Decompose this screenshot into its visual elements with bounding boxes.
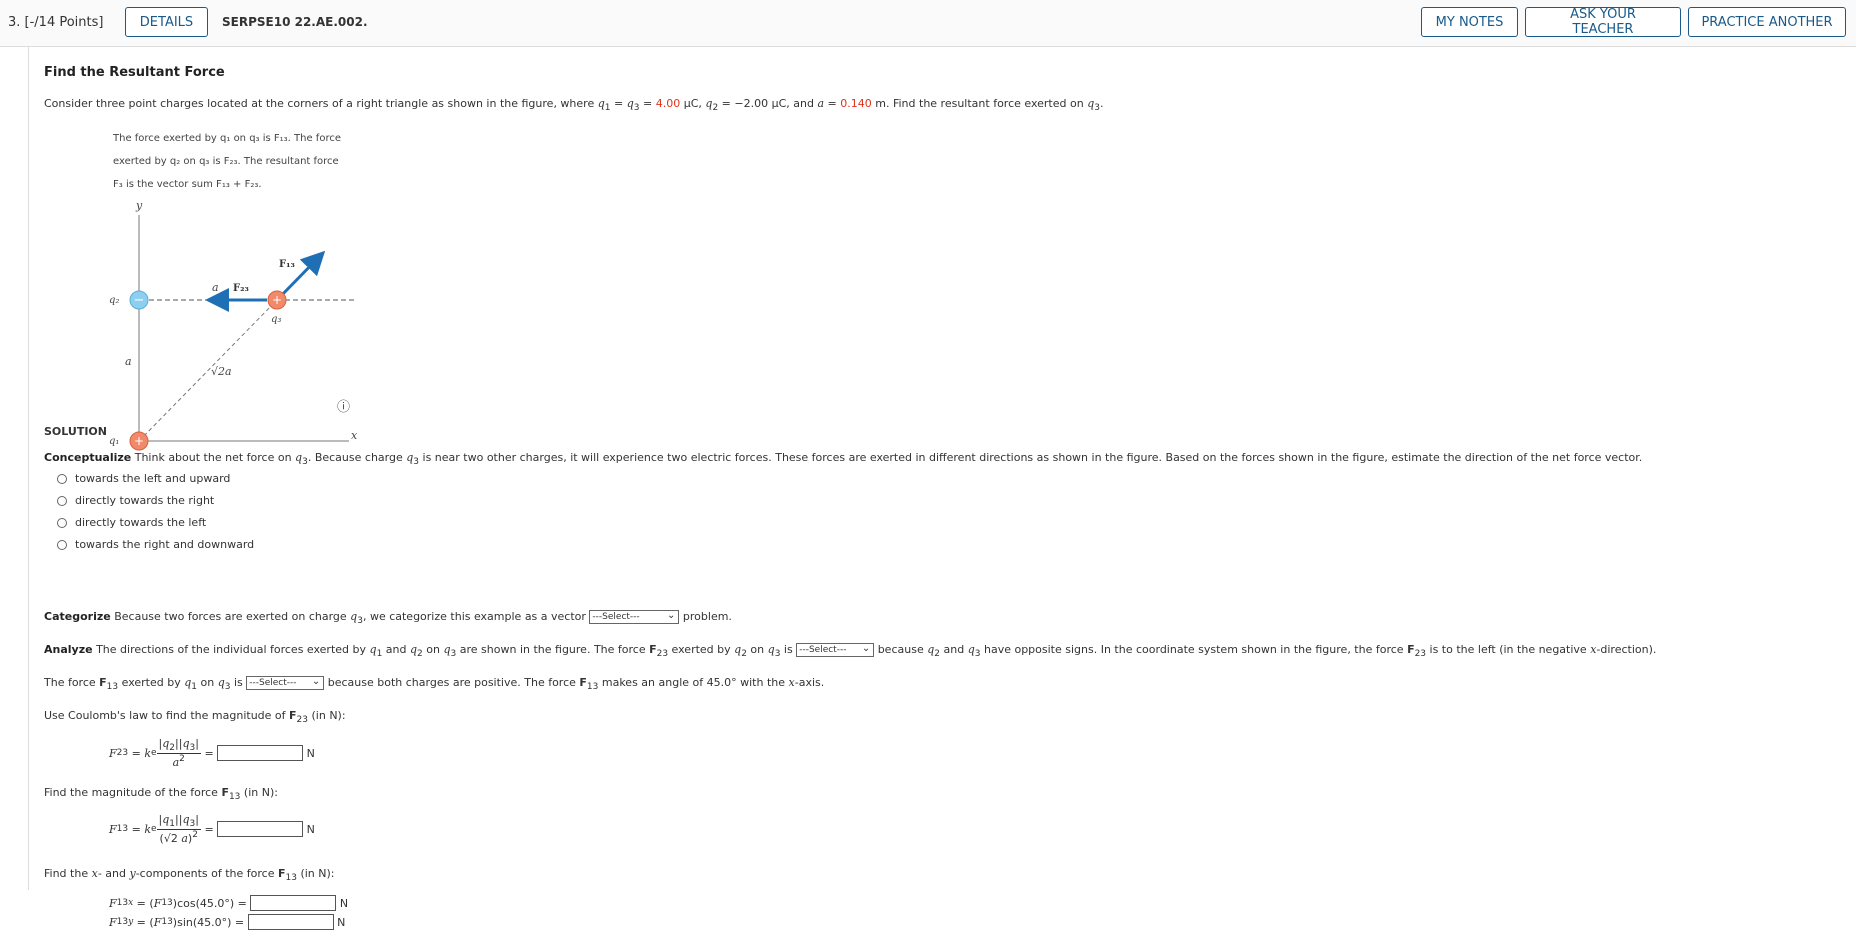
option-left-upward[interactable]: towards the left and upward bbox=[57, 472, 230, 485]
radio-circle[interactable] bbox=[57, 495, 67, 506]
categorize-select[interactable]: ---Select--- ⌄ bbox=[589, 610, 680, 624]
q1q3-value: 4.00 bbox=[655, 97, 681, 110]
option-directly-left[interactable]: directly towards the left bbox=[57, 516, 206, 529]
fig-y-label: y bbox=[135, 199, 143, 212]
f13-magnitude-instruction: Find the magnitude of the force F13 (in … bbox=[44, 786, 278, 802]
analyze-text: Analyze The directions of the individual… bbox=[44, 643, 1657, 659]
fig-x-label: x bbox=[351, 429, 358, 442]
question-code: SERPSE10 22.AE.002. bbox=[222, 15, 368, 29]
f23-answer-input[interactable] bbox=[217, 745, 304, 761]
conceptualize-text: Conceptualize Think about the net force … bbox=[44, 451, 1643, 467]
f13y-equation: F 13y = (F 13)sin(45.0°) = N bbox=[109, 914, 346, 930]
option-right-downward[interactable]: towards the right and downward bbox=[57, 538, 254, 551]
f13x-equation: F 13x = (F 13)cos(45.0°) = N bbox=[109, 895, 349, 911]
fig-f23-label: F₂₃ bbox=[233, 283, 249, 294]
f13-equation: F 13 = ke |q1||q3| (√2 a)2 = N bbox=[109, 813, 315, 845]
caption-line-1: The force exerted by q₁ on q₃ is F₁₃. Th… bbox=[113, 133, 341, 144]
f13-answer-input[interactable] bbox=[217, 821, 304, 837]
coulomb-instruction: Use Coulomb's law to find the magnitude … bbox=[44, 709, 346, 725]
f13x-answer-input[interactable] bbox=[250, 895, 337, 911]
figure-caption: The force exerted by q₁ on q₃ is F₁₃. Th… bbox=[113, 127, 341, 196]
fig-diagonal-label: √2a bbox=[211, 365, 232, 378]
q3-sign: + bbox=[272, 293, 282, 307]
option-directly-right[interactable]: directly towards the right bbox=[57, 494, 214, 507]
q2-sign: − bbox=[134, 293, 145, 308]
radio-circle[interactable] bbox=[57, 517, 67, 528]
radio-circle[interactable] bbox=[57, 539, 67, 550]
ask-your-teacher-button[interactable]: ASK YOUR TEACHER bbox=[1525, 7, 1681, 37]
solution-heading: SOLUTION bbox=[44, 425, 107, 438]
caption-line-2: exerted by q₂ on q₃ is F₂₃. The resultan… bbox=[113, 156, 339, 167]
fig-q2-label: q₂ bbox=[109, 295, 119, 306]
left-gutter bbox=[0, 47, 28, 890]
fig-q3-label: q₃ bbox=[271, 314, 281, 325]
f23-fraction: |q2||q3| a2 bbox=[156, 737, 201, 769]
f13-fraction: |q1||q3| (√2 a)2 bbox=[156, 813, 201, 845]
problem-statement: Consider three point charges located at … bbox=[44, 97, 1104, 113]
my-notes-button[interactable]: MY NOTES bbox=[1421, 7, 1518, 37]
f23-direction-select[interactable]: ---Select--- ⌄ bbox=[796, 643, 875, 657]
q1-sign: + bbox=[134, 434, 144, 448]
f23-equation: F 23 = ke |q2||q3| a2 = N bbox=[109, 737, 315, 769]
fig-f13-label: F₁₃ bbox=[279, 259, 295, 270]
fig-a-top-label: a bbox=[212, 281, 219, 294]
f13-direction-select[interactable]: ---Select--- ⌄ bbox=[246, 676, 325, 690]
q2-value: −2.00 bbox=[734, 97, 769, 110]
caption-line-3: F₃ is the vector sum F₁₃ + F₂₃. bbox=[113, 179, 262, 190]
f13-direction-text: The force F13 exerted by q1 on q3 is ---… bbox=[44, 676, 825, 692]
problem-title: Find the Resultant Force bbox=[44, 65, 225, 80]
fig-a-left-label: a bbox=[125, 355, 132, 368]
fig-q1-label: q₁ bbox=[109, 436, 119, 447]
question-header: 3. [-/14 Points] DETAILS SERPSE10 22.AE.… bbox=[0, 0, 1856, 47]
practice-another-button[interactable]: PRACTICE ANOTHER bbox=[1688, 7, 1846, 37]
diagonal-dashed-line bbox=[138, 299, 278, 442]
f13y-answer-input[interactable] bbox=[247, 914, 334, 930]
details-button[interactable]: DETAILS bbox=[125, 7, 208, 37]
a-value: 0.140 bbox=[840, 97, 872, 110]
radio-circle[interactable] bbox=[57, 473, 67, 484]
question-panel: Find the Resultant Force Consider three … bbox=[28, 47, 1855, 930]
question-points: 3. [-/14 Points] bbox=[8, 15, 104, 30]
components-instruction: Find the x- and y-components of the forc… bbox=[44, 867, 335, 883]
categorize-text: Categorize Because two forces are exerte… bbox=[44, 610, 732, 626]
triangle-charges-figure: − + + y x a a F₁₃ F₂₃ q₂ q₃ q₁ √2a bbox=[109, 199, 358, 451]
info-icon[interactable]: ⓘ bbox=[337, 396, 350, 415]
